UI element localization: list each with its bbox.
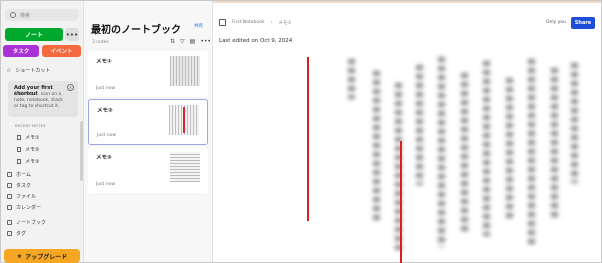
share-button[interactable]: Share	[571, 17, 595, 29]
note-thumbnail	[169, 105, 199, 135]
breadcrumb: First Notebook › メモ①	[219, 19, 291, 26]
note-thumbnail	[170, 152, 200, 182]
note-list-panel: 最初のノートブック 共有 3 notes ⇅ ▽ ▤ ••• メモ① Just …	[84, 1, 213, 262]
blurred-text-column	[373, 71, 380, 221]
upgrade-button[interactable]: ★ アップグレード	[4, 249, 80, 263]
note-card-selected[interactable]: メモ② Just now	[88, 99, 208, 145]
blurred-text-column	[348, 59, 355, 99]
sort-icon[interactable]: ⇅	[170, 38, 175, 45]
close-icon[interactable]: ×	[67, 84, 74, 91]
more-icon[interactable]: •••	[200, 38, 211, 45]
note-card-date: Just now	[96, 86, 116, 91]
task-icon	[7, 183, 12, 188]
note-card-date: Just now	[97, 133, 117, 138]
visibility-label[interactable]: Only you	[546, 20, 566, 25]
sidebar-item-files[interactable]: ファイル	[7, 193, 36, 200]
note-card-title: メモ③	[96, 155, 112, 161]
search-icon	[10, 12, 16, 18]
sidebar-item-label: タグ	[16, 231, 27, 237]
last-edited: Last edited on Oct 9, 2024	[219, 38, 293, 44]
search-input[interactable]: 検索	[5, 9, 79, 21]
breadcrumb-notebook[interactable]: First Notebook	[232, 20, 265, 25]
recent-note-label: メモ①	[25, 135, 40, 141]
sidebar-item-label: ファイル	[16, 194, 37, 200]
sidebar-item-label: ノートブック	[16, 220, 47, 226]
filter-icon[interactable]: ▽	[180, 38, 185, 45]
star-icon: ☆	[6, 67, 12, 74]
recent-notes-heading: RECENT NOTES	[15, 124, 46, 128]
breadcrumb-note: メモ①	[278, 20, 292, 26]
red-annotation-line	[307, 57, 309, 221]
sidebar-item-label: タスク	[16, 183, 32, 189]
note-card[interactable]: メモ① Just now	[88, 51, 208, 97]
sidebar-scrollbar[interactable]	[80, 121, 83, 181]
recent-note-label: メモ②	[25, 147, 40, 153]
note-count: 3 notes	[92, 40, 109, 45]
blurred-text-column	[506, 78, 513, 218]
home-icon	[7, 172, 12, 177]
expand-icon[interactable]	[219, 19, 226, 26]
note-thumbnail	[170, 56, 200, 86]
notebook-icon	[7, 220, 12, 225]
sidebar-item-tags[interactable]: タグ	[7, 230, 26, 237]
blurred-text-column	[528, 59, 535, 244]
shortcut-tip-card: Add your first shortcut × Click the ... …	[8, 81, 78, 117]
editor-top-border	[213, 1, 601, 3]
upgrade-label: アップグレード	[25, 253, 68, 261]
sidebar-item-home[interactable]: ホーム	[7, 171, 31, 178]
new-event-button[interactable]: イベント	[42, 45, 81, 57]
blurred-text-column	[438, 57, 445, 247]
note-card-date: Just now	[96, 182, 116, 187]
red-annotation-line	[400, 141, 402, 263]
note-card-title: メモ②	[97, 108, 113, 114]
new-note-button[interactable]: ノート	[5, 28, 63, 41]
sidebar-item-label: カレンダー	[16, 205, 42, 211]
note-icon	[17, 135, 21, 140]
tag-icon	[7, 231, 12, 236]
note-editor: First Notebook › メモ① Only you Share Last…	[213, 1, 601, 263]
blurred-text-column	[571, 63, 578, 183]
note-icon	[17, 147, 21, 152]
shortcuts-section[interactable]: ☆ ショートカット	[6, 67, 50, 74]
more-options-button[interactable]: •••	[65, 28, 79, 41]
note-icon	[17, 159, 21, 164]
breadcrumb-separator: ›	[270, 20, 273, 25]
list-toolbar: ⇅ ▽ ▤ •••	[170, 38, 211, 45]
sidebar-item-calendar[interactable]: カレンダー	[7, 204, 41, 211]
search-placeholder: 検索	[20, 12, 31, 19]
blurred-text-column	[416, 65, 423, 185]
calendar-icon	[7, 205, 12, 210]
recent-note-item[interactable]: メモ①	[17, 134, 39, 141]
view-icon[interactable]: ▤	[190, 38, 196, 45]
sidebar: 検索 ノート ••• タスク イベント ☆ ショートカット Add your f…	[1, 1, 84, 263]
recent-note-item[interactable]: メモ③	[17, 158, 39, 165]
star-icon: ★	[16, 252, 23, 260]
new-task-button[interactable]: タスク	[3, 45, 39, 57]
blurred-text-column	[483, 61, 490, 236]
blurred-text-column	[551, 68, 558, 218]
sidebar-item-tasks[interactable]: タスク	[7, 182, 31, 189]
note-card[interactable]: メモ③ Just now	[88, 147, 208, 193]
shortcuts-label: ショートカット	[15, 68, 51, 74]
notebook-title: 最初のノートブック	[91, 25, 181, 36]
recent-note-item[interactable]: メモ②	[17, 146, 39, 153]
notebook-share-link[interactable]: 共有	[194, 23, 203, 29]
shortcut-tip-text: Click the ... icon on a note, notebook, …	[14, 92, 63, 109]
sidebar-item-notebooks[interactable]: ノートブック	[7, 219, 46, 226]
sidebar-item-label: ホーム	[16, 172, 31, 178]
file-icon	[7, 194, 12, 199]
note-body-image	[303, 53, 583, 262]
note-card-title: メモ①	[96, 59, 112, 65]
recent-note-label: メモ③	[25, 159, 40, 165]
blurred-text-column	[461, 73, 468, 233]
